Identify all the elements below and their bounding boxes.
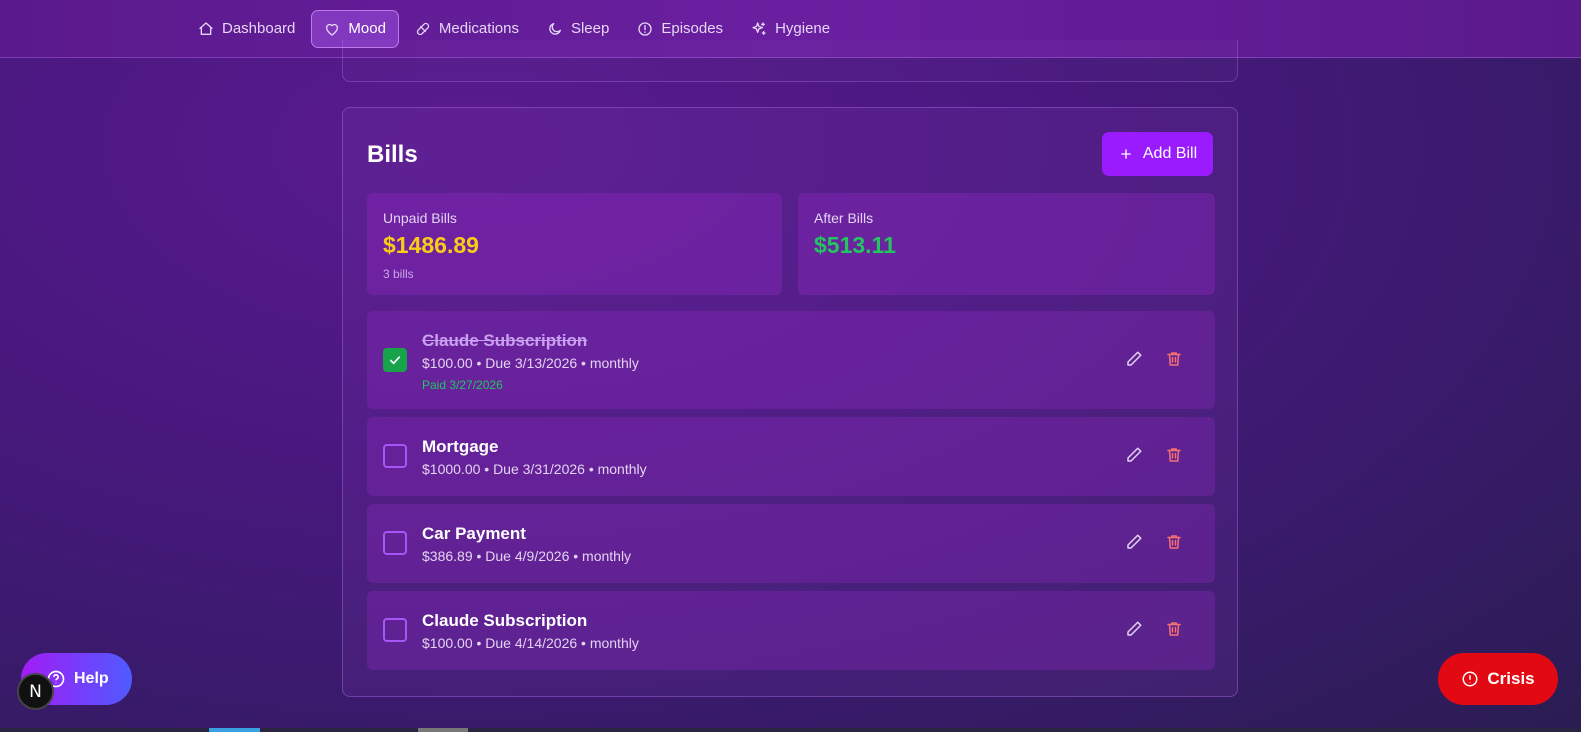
home-icon xyxy=(199,21,213,35)
unpaid-bills-stat: Unpaid Bills $1486.89 3 bills xyxy=(367,193,782,295)
taskbar-segment xyxy=(209,728,260,732)
pencil-icon xyxy=(1127,351,1142,366)
nav-label: Dashboard xyxy=(222,20,296,37)
bill-paid-checkbox[interactable] xyxy=(383,444,407,468)
bill-row: Car Payment $386.89 • Due 4/9/2026 • mon… xyxy=(367,504,1215,583)
stat-label: After Bills xyxy=(814,210,874,226)
bill-meta: $100.00 • Due 4/14/2026 • monthly xyxy=(422,635,639,651)
alert-circle-icon xyxy=(638,21,653,36)
edit-button[interactable] xyxy=(1125,350,1145,370)
bill-meta: $386.89 • Due 4/9/2026 • monthly xyxy=(422,548,632,564)
bills-card: Bills Add Bill Unpaid Bills $1486.89 3 b… xyxy=(342,107,1238,697)
sparkles-icon xyxy=(752,21,766,35)
trash-icon xyxy=(1167,448,1181,462)
stat-label: Unpaid Bills xyxy=(383,210,457,226)
nav-label: Medications xyxy=(438,20,519,37)
bill-paid-checkbox[interactable] xyxy=(383,531,407,555)
trash-icon xyxy=(1167,352,1181,366)
trash-icon xyxy=(1167,535,1181,549)
bill-row: Claude Subscription $100.00 • Due 4/14/2… xyxy=(367,591,1215,670)
pencil-icon xyxy=(1127,621,1142,636)
help-label: Help xyxy=(74,670,109,687)
moon-icon xyxy=(549,22,561,35)
bill-meta: $1000.00 • Due 3/31/2026 • monthly xyxy=(422,461,647,477)
plus-icon xyxy=(1121,149,1131,159)
crisis-label: Crisis xyxy=(1487,669,1535,688)
dev-tools-badge[interactable]: N xyxy=(17,673,54,710)
bill-paid-date: Paid 3/27/2026 xyxy=(422,378,503,392)
edit-button[interactable] xyxy=(1125,533,1145,553)
bill-name: Mortgage xyxy=(422,437,499,456)
unpaid-count: 3 bills xyxy=(383,267,414,281)
pill-icon xyxy=(416,22,430,35)
bill-row: Mortgage $1000.00 • Due 3/31/2026 • mont… xyxy=(367,417,1215,496)
after-bills-total: $513.11 xyxy=(814,232,896,258)
bill-name: Claude Subscription xyxy=(422,331,588,350)
bills-title: Bills xyxy=(367,141,418,168)
nav-label: Hygiene xyxy=(775,20,831,37)
bill-name: Car Payment xyxy=(422,524,526,543)
edit-button[interactable] xyxy=(1125,620,1145,640)
check-icon xyxy=(389,356,401,365)
crisis-button[interactable]: Crisis xyxy=(1438,653,1558,705)
edit-button[interactable] xyxy=(1125,446,1145,466)
pencil-icon xyxy=(1127,447,1142,462)
previous-card-bottom xyxy=(342,40,1238,82)
taskbar-segment xyxy=(418,728,468,732)
delete-button[interactable] xyxy=(1165,533,1185,553)
bill-paid-checkbox[interactable] xyxy=(383,348,407,372)
pencil-icon xyxy=(1127,534,1142,549)
add-bill-button[interactable]: Add Bill xyxy=(1102,132,1213,176)
delete-button[interactable] xyxy=(1165,446,1185,466)
nav-label: Mood xyxy=(348,20,386,37)
unpaid-total: $1486.89 xyxy=(383,232,479,258)
trash-icon xyxy=(1167,622,1181,636)
bill-row: Claude Subscription $100.00 • Due 3/13/2… xyxy=(367,311,1215,409)
nav-item-dashboard[interactable]: Dashboard xyxy=(186,10,307,48)
delete-button[interactable] xyxy=(1165,620,1185,640)
alert-circle-icon xyxy=(1462,671,1478,687)
heart-icon xyxy=(326,23,339,36)
nav-label: Episodes xyxy=(661,20,724,37)
add-bill-label: Add Bill xyxy=(1142,145,1198,162)
after-bills-stat: After Bills $513.11 xyxy=(798,193,1215,295)
bill-paid-checkbox[interactable] xyxy=(383,618,407,642)
bill-name: Claude Subscription xyxy=(422,611,588,630)
delete-button[interactable] xyxy=(1165,350,1185,370)
bottom-taskbar xyxy=(0,728,1581,732)
nav-label: Sleep xyxy=(570,20,610,37)
bill-meta: $100.00 • Due 3/13/2026 • monthly xyxy=(422,355,639,371)
